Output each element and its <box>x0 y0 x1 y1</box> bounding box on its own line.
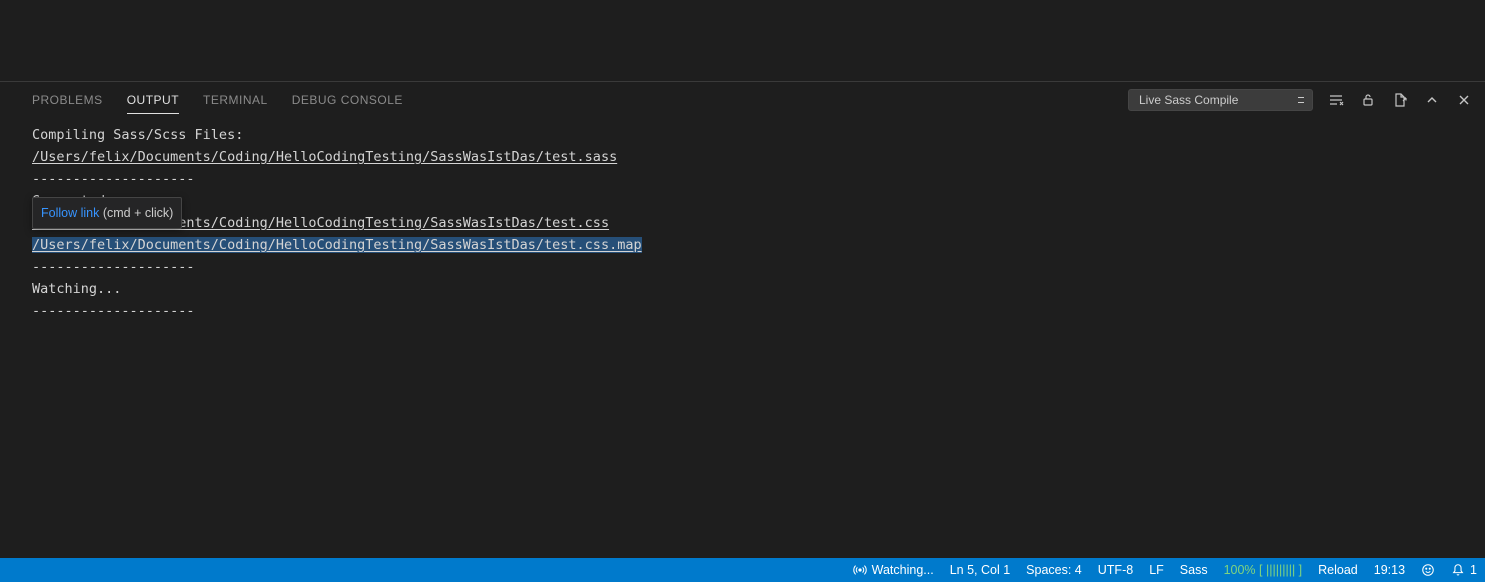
chevron-up-icon[interactable] <box>1423 91 1441 109</box>
open-file-icon[interactable] <box>1391 91 1409 109</box>
status-bar: Watching... Ln 5, Col 1 Spaces: 4 UTF-8 … <box>0 558 1485 582</box>
close-panel-icon[interactable] <box>1455 91 1473 109</box>
status-language-mode[interactable]: Sass <box>1172 558 1216 582</box>
output-line: Compiling Sass/Scss Files: <box>32 124 1485 146</box>
lock-scroll-icon[interactable] <box>1359 91 1377 109</box>
output-separator: -------------------- <box>32 256 1485 278</box>
tab-problems[interactable]: PROBLEMS <box>32 87 103 114</box>
panel-tabs: PROBLEMS OUTPUT TERMINAL DEBUG CONSOLE <box>32 87 1128 114</box>
status-coverage[interactable]: 100% [ ||||||||| ] <box>1216 558 1311 582</box>
status-notifications[interactable]: 1 <box>1443 558 1485 582</box>
smiley-icon <box>1421 563 1435 577</box>
tooltip-follow-link: Follow link <box>41 206 99 220</box>
output-separator: -------------------- <box>32 300 1485 322</box>
panel-header: PROBLEMS OUTPUT TERMINAL DEBUG CONSOLE L… <box>32 82 1485 118</box>
output-link-css[interactable]: /Users/felix/Documents/Coding/HelloCodin… <box>32 212 1485 234</box>
output-link-source[interactable]: /Users/felix/Documents/Coding/HelloCodin… <box>32 146 1485 168</box>
status-reload[interactable]: Reload <box>1310 558 1366 582</box>
broadcast-icon <box>853 563 867 577</box>
status-feedback[interactable] <box>1413 558 1443 582</box>
tab-debug-console[interactable]: DEBUG CONSOLE <box>292 87 403 114</box>
status-watching[interactable]: Watching... <box>845 558 942 582</box>
tooltip-hint: (cmd + click) <box>99 206 173 220</box>
output-body[interactable]: Compiling Sass/Scss Files: /Users/felix/… <box>32 118 1485 558</box>
link-tooltip: Follow link (cmd + click) <box>32 197 182 229</box>
panel-actions: Live Sass Compile <box>1128 89 1473 111</box>
status-eol[interactable]: LF <box>1141 558 1172 582</box>
status-cursor-position[interactable]: Ln 5, Col 1 <box>942 558 1018 582</box>
status-watching-label: Watching... <box>872 563 934 577</box>
status-clock[interactable]: 19:13 <box>1366 558 1413 582</box>
bottom-panel: PROBLEMS OUTPUT TERMINAL DEBUG CONSOLE L… <box>0 82 1485 558</box>
output-channel-select[interactable]: Live Sass Compile <box>1128 89 1313 111</box>
bell-icon <box>1451 563 1465 577</box>
output-link-cssmap[interactable]: /Users/felix/Documents/Coding/HelloCodin… <box>32 237 642 253</box>
editor-area <box>0 0 1485 82</box>
status-notifications-count: 1 <box>1470 563 1477 577</box>
output-separator: -------------------- <box>32 168 1485 190</box>
output-line: Watching... <box>32 278 1485 300</box>
tab-output[interactable]: OUTPUT <box>127 87 179 114</box>
output-line: Generated : <box>32 190 1485 212</box>
tab-terminal[interactable]: TERMINAL <box>203 87 268 114</box>
clear-output-icon[interactable] <box>1327 91 1345 109</box>
status-indentation[interactable]: Spaces: 4 <box>1018 558 1090 582</box>
status-encoding[interactable]: UTF-8 <box>1090 558 1141 582</box>
